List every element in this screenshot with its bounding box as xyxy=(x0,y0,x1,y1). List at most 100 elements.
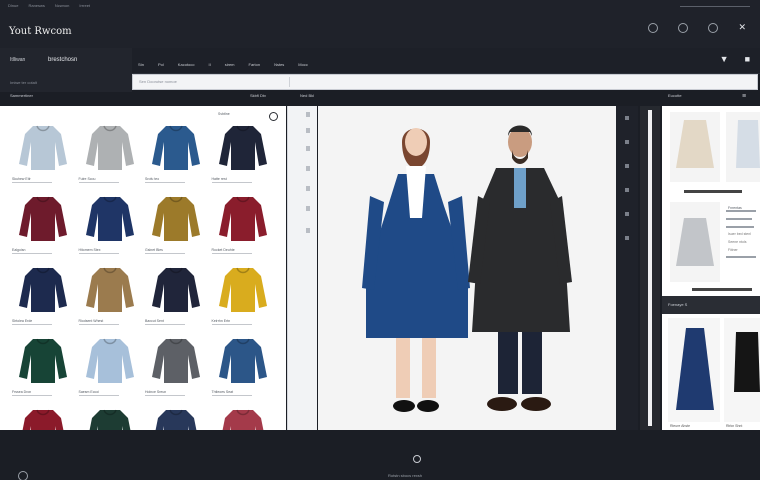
menu-item-6[interactable]: Farton xyxy=(249,62,261,67)
viewer-scrollbar[interactable] xyxy=(640,106,660,430)
tool-3-icon[interactable] xyxy=(625,164,629,168)
menu-right-icons: ▼ ■ xyxy=(720,54,750,64)
sweater-icon xyxy=(218,125,267,170)
sidebar-subtext: Imiwe ter cotalt xyxy=(10,80,37,85)
app-title: Yout Rwcom xyxy=(9,26,72,37)
catalog-header-right[interactable]: Skbfl Dtv xyxy=(250,93,266,105)
product-card[interactable]: Cheurt xyxy=(210,402,277,430)
product-label: Thtleoes Seat xyxy=(211,390,234,394)
sweater-icon xyxy=(19,338,68,383)
product-price-line xyxy=(211,324,252,325)
menu-item-4[interactable]: II xyxy=(208,62,210,67)
tool-2-icon[interactable] xyxy=(625,140,629,144)
account-icon[interactable] xyxy=(648,22,659,33)
sweater-icon xyxy=(89,409,131,430)
product-card[interactable]: Sprean xyxy=(143,402,210,430)
product-label: Kelrrhn Ertn xyxy=(211,319,231,323)
sweater-icon xyxy=(85,338,134,383)
help-icon[interactable] xyxy=(708,22,719,33)
search-bar[interactable]: Sen Doorutse nomoe xyxy=(132,74,758,90)
more-icon[interactable]: ≡ xyxy=(742,93,746,105)
trash-icon[interactable]: ■ xyxy=(745,54,750,64)
product-card[interactable]: Thtleoes Seat xyxy=(210,331,277,402)
product-card[interactable]: Srofu teo xyxy=(143,118,210,189)
menu-item-1[interactable]: Stn xyxy=(138,62,144,67)
tool-1-icon[interactable] xyxy=(625,116,629,120)
sweater-icon xyxy=(222,409,264,430)
product-label: Saesm Eccoi xyxy=(78,390,99,394)
detail-card-1-line-3: Fitiner xyxy=(728,248,738,252)
product-label: Fulre Scou xyxy=(78,177,96,181)
detail-card-2-line-1: Rlrkn Shnt xyxy=(726,424,743,428)
brand-logo-icon[interactable] xyxy=(18,471,28,480)
detail-card-1-title: Fnrentas xyxy=(728,206,742,210)
product-price-line xyxy=(145,182,185,183)
viewer-header[interactable]: Ned Bkl xyxy=(300,93,314,105)
menu-item-8[interactable]: Mocc xyxy=(298,62,308,67)
product-card[interactable]: Hatte rest xyxy=(210,118,277,189)
preview-viewer[interactable] xyxy=(318,106,616,430)
menu-item-7[interactable]: Nstes xyxy=(274,62,284,67)
sweater-icon xyxy=(152,196,201,241)
sidebar-tab-a[interactable]: Itlliwan xyxy=(10,57,25,63)
tool-4-icon[interactable] xyxy=(625,188,629,192)
settings-icon[interactable] xyxy=(678,22,689,33)
product-card[interactable]: Saesm Eccoi xyxy=(77,331,144,402)
tool-6-icon[interactable] xyxy=(625,236,629,240)
menu-item-5[interactable]: sirem xyxy=(225,62,235,67)
detail-card-2-title: Rleure Ahste xyxy=(670,424,691,428)
top-link-3[interactable]: Ncwnon xyxy=(55,3,69,8)
page-indicator-icon[interactable] xyxy=(413,455,421,463)
menu-item-3[interactable]: Kacotoco xyxy=(178,62,195,67)
product-grid: Skuhew Etlr Fulre Scou Srofu teo Hatte rest… xyxy=(10,118,276,430)
product-card[interactable]: Frssea Dron xyxy=(10,331,77,402)
tool-5-icon[interactable] xyxy=(625,212,629,216)
product-price-line xyxy=(78,182,119,183)
product-price-line xyxy=(211,253,252,254)
sweater-icon xyxy=(85,125,134,170)
detail-card-2-image xyxy=(668,318,760,422)
sweater-icon xyxy=(19,196,68,241)
product-price-line xyxy=(12,395,52,396)
sweater-icon xyxy=(152,338,201,383)
top-right-icons: ✕ xyxy=(648,22,746,33)
detail-card-1[interactable]: Fnrentas Isuer bed stenl Seene ntols Fit… xyxy=(662,106,760,296)
thumbnail-rail[interactable] xyxy=(287,106,317,430)
close-icon[interactable]: ✕ xyxy=(738,22,746,33)
top-divider xyxy=(680,6,750,7)
product-price-line xyxy=(78,253,119,254)
top-link-1[interactable]: Dlnue xyxy=(8,3,18,8)
product-label: Rocket Deuhte xyxy=(211,248,235,252)
product-card[interactable]: Skuhew Etlr xyxy=(10,118,77,189)
menu-item-2[interactable]: Pol xyxy=(158,62,164,67)
catalog-header: Sammertiner xyxy=(10,93,33,98)
detail-card-1-line-1: Isuer bed stenl xyxy=(728,232,751,236)
filter-icon[interactable]: ▼ xyxy=(720,54,729,64)
product-card[interactable]: Baxcut Sent xyxy=(143,260,210,331)
product-label: Hatte rest xyxy=(211,177,227,181)
product-card[interactable]: Fordenn xyxy=(10,402,77,430)
product-label: Baxcut Sent xyxy=(145,319,164,323)
product-card[interactable]: Ghert xyxy=(77,402,144,430)
scrollbar-thumb[interactable] xyxy=(648,110,652,426)
product-card[interactable]: Kelrrhn Ertn xyxy=(210,260,277,331)
woman-model xyxy=(362,128,470,412)
sidebar-tab-b[interactable]: brestchosn xyxy=(48,57,77,63)
right-header: Eucotte xyxy=(668,93,682,98)
product-card[interactable]: Riodsent Whest xyxy=(77,260,144,331)
product-card[interactable]: Slrtolea Erde xyxy=(10,260,77,331)
detail-card-1-line-2: Seene ntols xyxy=(728,240,747,244)
top-link-4[interactable]: Irrreet xyxy=(79,3,90,8)
footer-text: Rotstn sbocs rexsh xyxy=(388,473,423,478)
top-link-2[interactable]: Ranesws xyxy=(28,3,44,8)
detail-card-2[interactable]: Rleure Ahste Rlrkn Shnt xyxy=(662,314,760,430)
sweater-icon xyxy=(85,267,134,312)
product-card[interactable]: Fulre Scou xyxy=(77,118,144,189)
product-card[interactable]: Hitomem Stex xyxy=(77,189,144,260)
sweater-icon xyxy=(152,125,201,170)
product-card[interactable]: Rocket Deuhte xyxy=(210,189,277,260)
sweater-icon xyxy=(218,196,267,241)
product-card[interactable]: Ealgoisn xyxy=(10,189,77,260)
product-card[interactable]: Gslnet Bles xyxy=(143,189,210,260)
product-card[interactable]: Holnce Sreun xyxy=(143,331,210,402)
